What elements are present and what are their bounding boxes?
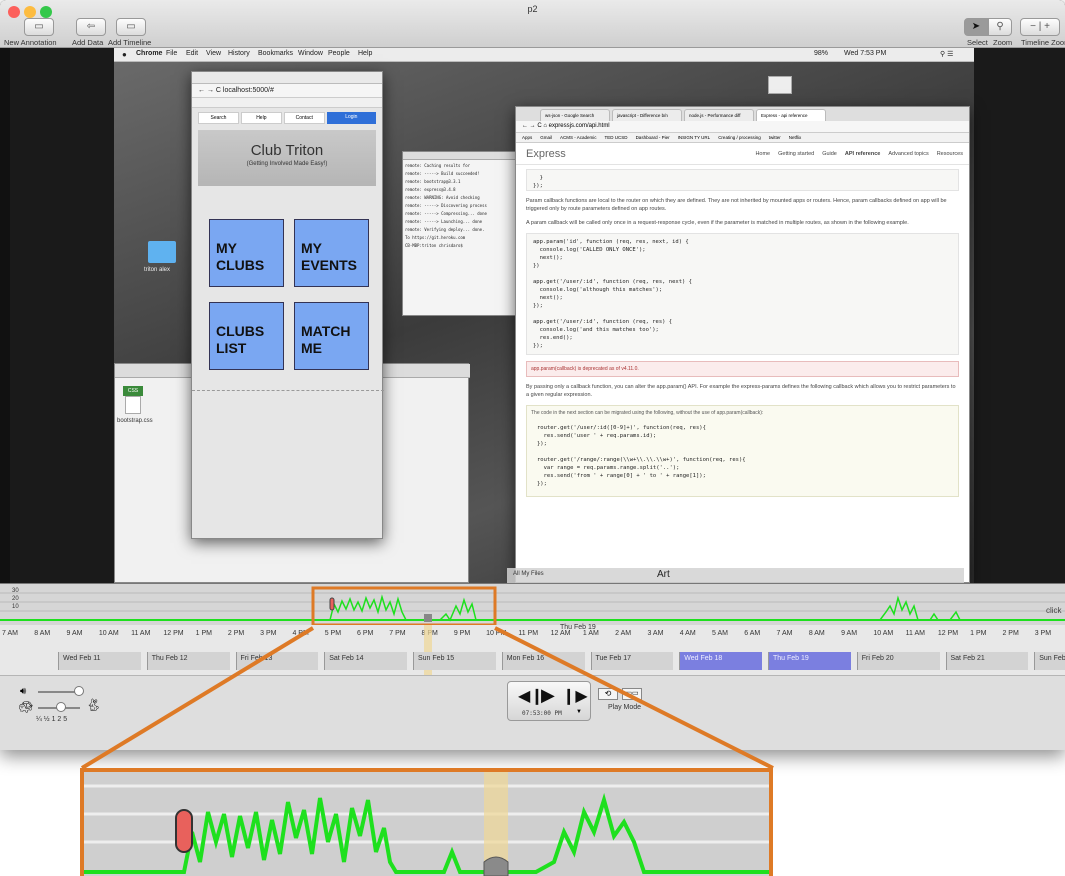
playhead-handle-zoomed — [483, 856, 509, 876]
callout-line-right — [494, 626, 774, 770]
callout-lines — [80, 626, 774, 770]
recording-marker-zoomed — [175, 809, 193, 853]
callout-line-left — [80, 626, 315, 770]
zoomed-activity-inset — [80, 768, 773, 876]
zoomed-activity-graph — [84, 772, 769, 876]
